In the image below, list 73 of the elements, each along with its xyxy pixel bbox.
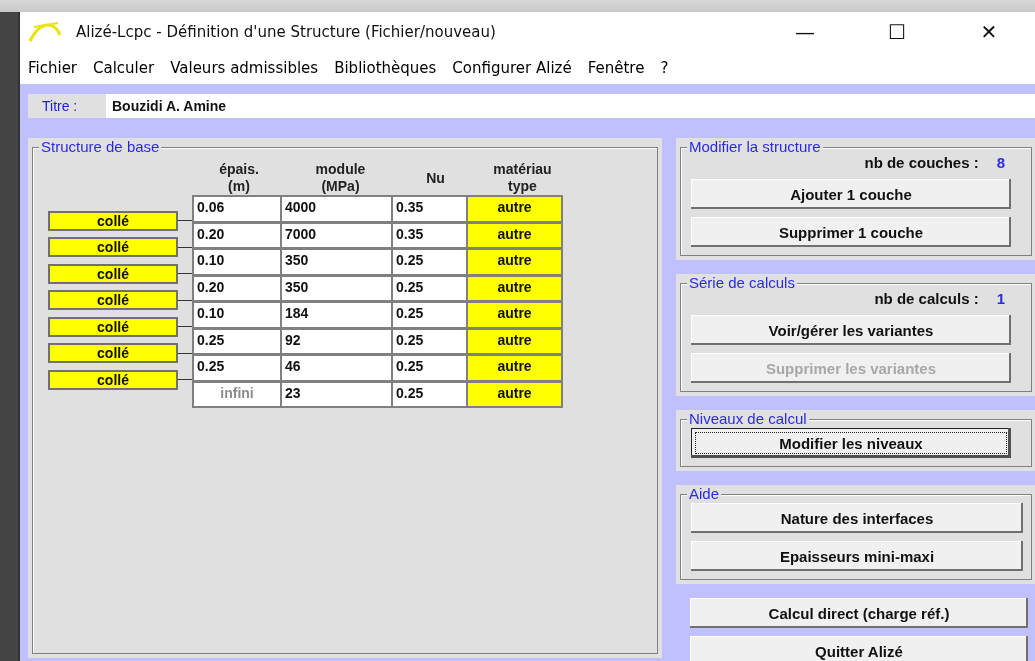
nu-cell[interactable]: 0.25 [391,327,468,355]
material-cell[interactable]: autre [466,354,563,382]
group-legend: Niveaux de calcul [687,411,809,427]
menu-item[interactable]: Fichier [28,59,92,77]
module-cell[interactable]: 350 [280,248,393,276]
menu-item[interactable]: Bibliothèques [334,59,451,77]
thickness-cell[interactable]: 0.20 [192,274,282,302]
thickness-cell[interactable]: 0.10 [192,248,282,276]
command-button[interactable]: Voir/gérer les variantes [691,315,1011,345]
material-cell[interactable]: autre [466,301,563,329]
nu-cell[interactable]: 0.35 [391,195,468,223]
module-cell[interactable]: 7000 [280,221,393,249]
minimize-button[interactable]: — [759,12,851,52]
command-button[interactable]: Ajouter 1 couche [691,179,1011,209]
interface-type[interactable]: collé [48,237,178,257]
group-legend: Série de calculs [687,275,797,291]
column-header: Nu [425,169,446,187]
menu-item[interactable]: Valeurs admissibles [170,59,333,77]
counter-value: 1 [996,290,1005,307]
counter-label: nb de couches : [864,154,979,171]
menu-item[interactable]: Fenêtre [587,59,659,77]
module-cell[interactable]: 350 [280,274,393,302]
command-button[interactable]: Quitter Alizé [690,636,1028,661]
command-button[interactable]: Modifier les niveaux [691,428,1011,458]
thickness-cell[interactable]: 0.20 [192,221,282,249]
interface-type[interactable]: collé [48,316,178,337]
nu-cell[interactable]: 0.25 [391,274,468,302]
thickness-cell[interactable]: 0.06 [192,195,282,223]
app-logo-icon [28,21,62,43]
counter-value: 8 [996,154,1005,171]
column-header: épais. (m) [218,161,260,195]
interface-type[interactable]: collé [48,290,178,310]
menu-item[interactable]: Configurer Alizé [452,59,586,77]
column-header: module (MPa) [314,161,367,195]
module-cell[interactable]: 23 [280,380,393,408]
interface-type[interactable]: collé [48,343,178,363]
nu-cell[interactable]: 0.25 [391,248,468,276]
column-header: matériau type [492,161,553,195]
module-cell[interactable]: 92 [280,327,393,355]
command-button[interactable]: Calcul direct (charge réf.) [690,598,1028,628]
material-cell[interactable]: autre [466,327,563,355]
interface-type[interactable]: collé [48,369,178,390]
maximize-button[interactable]: ☐ [851,12,943,52]
command-button[interactable]: Nature des interfaces [691,503,1023,533]
module-cell[interactable]: 46 [280,354,393,382]
nu-cell[interactable]: 0.25 [391,380,468,408]
title-label: Titre : [28,94,106,118]
module-cell[interactable]: 4000 [280,195,393,223]
title-field[interactable]: Bouzidi A. Amine [106,94,1035,118]
group-legend: Aide [687,486,722,502]
material-cell[interactable]: autre [466,274,563,302]
material-cell[interactable]: autre [466,248,563,276]
thickness-cell[interactable]: 0.25 [192,354,282,382]
interface-type[interactable]: collé [48,210,178,231]
counter-label: nb de calculs : [874,290,979,307]
nu-cell[interactable]: 0.35 [391,221,468,249]
menu-item[interactable]: Calculer [93,59,169,77]
group-legend: Structure de base [39,139,162,155]
material-cell[interactable]: autre [466,195,563,223]
material-cell[interactable]: autre [466,380,563,408]
nu-cell[interactable]: 0.25 [391,354,468,382]
command-button[interactable]: Supprimer 1 couche [691,217,1011,247]
group-legend: Modifier la structure [687,139,823,155]
thickness-cell[interactable]: 0.10 [192,301,282,329]
nu-cell[interactable]: 0.25 [391,301,468,329]
thickness-cell[interactable]: 0.25 [192,327,282,355]
command-button[interactable]: Epaisseurs mini-maxi [691,541,1023,571]
interface-type[interactable]: collé [48,263,178,284]
close-button[interactable]: ✕ [943,12,1035,52]
module-cell[interactable]: 184 [280,301,393,329]
material-cell[interactable]: autre [466,221,563,249]
menu-item[interactable]: ? [660,59,683,77]
window-title: Alizé-Lcpc - Définition d'une Structure (Fichier/nouveau) [76,23,497,41]
